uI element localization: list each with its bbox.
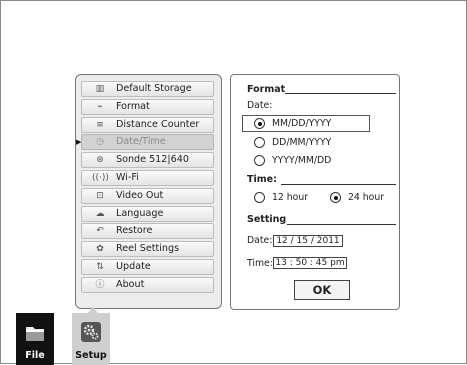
- menu-item-label: Restore: [116, 225, 153, 237]
- menu-item-sonde[interactable]: ⊛ Sonde 512|640: [81, 152, 214, 169]
- info-icon: ⓘ: [95, 279, 105, 290]
- menu-item-reel-settings[interactable]: ✿ Reel Settings: [81, 241, 214, 258]
- clock-icon: ◷: [96, 137, 104, 148]
- tab-file[interactable]: File: [16, 313, 54, 365]
- language-icon: ☁: [95, 208, 105, 219]
- settings-menu: ▥ Default Storage ⌁ Format ≡ Distance Co…: [75, 74, 222, 309]
- format-icon: ⌁: [97, 101, 103, 112]
- video-out-icon: ⊡: [96, 190, 104, 201]
- menu-item-language[interactable]: ☁ Language: [81, 205, 214, 222]
- menu-item-label: Format: [116, 100, 150, 112]
- menu-item-restore[interactable]: ↶ Restore: [81, 223, 214, 240]
- setting-heading: Setting: [247, 214, 287, 225]
- tab-setup-label: Setup: [75, 350, 107, 361]
- ok-button[interactable]: OK: [294, 280, 350, 300]
- menu-item-distance-counter[interactable]: ≡ Distance Counter: [81, 116, 214, 133]
- option-12-hour[interactable]: 12 hour: [272, 192, 308, 203]
- menu-item-default-storage[interactable]: ▥ Default Storage: [81, 81, 214, 97]
- radio-24-hour[interactable]: [330, 192, 341, 203]
- menu-item-label: Reel Settings: [116, 243, 180, 255]
- format-heading: Format: [247, 84, 286, 95]
- device-screen: ▥ Default Storage ⌁ Format ≡ Distance Co…: [0, 0, 467, 365]
- section-divider: [281, 184, 396, 185]
- menu-item-label: Distance Counter: [116, 118, 200, 130]
- menu-item-video-out[interactable]: ⊡ Video Out: [81, 187, 214, 204]
- radio-mm-dd-yyyy[interactable]: [254, 118, 265, 129]
- option-mm-dd-yyyy[interactable]: MM/DD/YYYY: [272, 118, 331, 129]
- option-24-hour[interactable]: 24 hour: [348, 192, 384, 203]
- folder-icon: [26, 327, 44, 341]
- menu-item-label: Language: [116, 207, 164, 219]
- section-divider: [287, 224, 396, 225]
- wifi-icon: ((·)): [92, 172, 109, 183]
- reel-icon: ✿: [96, 244, 104, 255]
- storage-icon: ▥: [95, 84, 105, 94]
- menu-item-about[interactable]: ⓘ About: [81, 276, 214, 293]
- date-input[interactable]: 12 / 15 / 2011: [273, 235, 343, 247]
- menu-item-label: Default Storage: [116, 83, 192, 94]
- restore-icon: ↶: [96, 226, 104, 237]
- time-field-label: Time:: [247, 258, 273, 269]
- date-format-label: Date:: [247, 100, 273, 111]
- menu-item-label: Sonde 512|640: [116, 154, 189, 166]
- menu-item-label: Wi-Fi: [116, 171, 139, 183]
- radio-dd-mm-yyyy[interactable]: [254, 137, 265, 148]
- time-format-label: Time:: [247, 174, 277, 185]
- menu-item-format[interactable]: ⌁ Format: [81, 98, 214, 115]
- section-divider: [285, 93, 396, 94]
- date-field-label: Date:: [247, 235, 273, 246]
- menu-item-update[interactable]: ⇅ Update: [81, 258, 214, 275]
- tab-file-label: File: [25, 350, 45, 361]
- gears-icon: [81, 322, 101, 342]
- menu-item-label: Update: [116, 260, 151, 272]
- option-yyyy-mm-dd[interactable]: YYYY/MM/DD: [272, 155, 331, 166]
- tab-setup[interactable]: Setup: [72, 313, 110, 365]
- date-time-settings-panel: Format Date: MM/DD/YYYY DD/MM/YYYY YYYY/…: [230, 74, 400, 310]
- selection-arrow-icon: ▶: [76, 138, 82, 147]
- update-icon: ⇅: [96, 261, 104, 272]
- menu-item-label: Video Out: [116, 189, 164, 201]
- option-dd-mm-yyyy[interactable]: DD/MM/YYYY: [272, 137, 331, 148]
- distance-counter-icon: ≡: [96, 119, 104, 130]
- menu-item-date-time[interactable]: ▶ ◷ Date/Time: [76, 134, 214, 151]
- menu-item-label: About: [116, 278, 145, 290]
- radio-12-hour[interactable]: [254, 192, 265, 203]
- menu-item-wifi[interactable]: ((·)) Wi-Fi: [81, 169, 214, 186]
- menu-item-label: Date/Time: [116, 136, 166, 148]
- radio-yyyy-mm-dd[interactable]: [254, 155, 265, 166]
- time-input[interactable]: 13 : 50 : 45 pm: [273, 257, 347, 269]
- sonde-icon: ⊛: [96, 155, 104, 166]
